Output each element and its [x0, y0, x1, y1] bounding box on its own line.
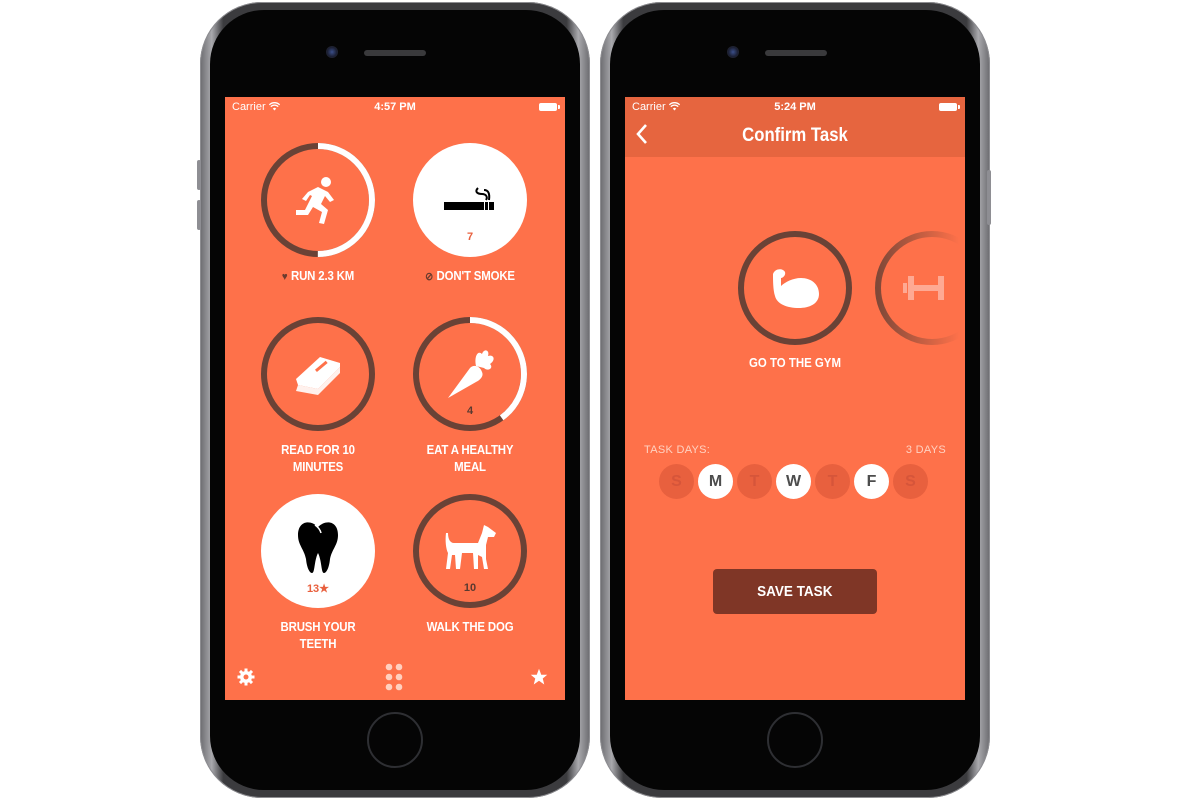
task-label: WALK THE DOG: [426, 619, 514, 634]
star-icon[interactable]: [530, 668, 548, 691]
front-camera: [727, 46, 739, 58]
running-person-icon: [253, 141, 383, 259]
task-label: GO TO THE GYM: [749, 355, 841, 370]
day-letter: T: [827, 472, 838, 490]
task-days-count: 3 DAYS: [905, 444, 946, 456]
earpiece-speaker: [364, 50, 426, 56]
day-letter: T: [749, 472, 760, 490]
day-letter: W: [785, 472, 802, 490]
dumbbell-icon: [903, 273, 963, 308]
volume-button: [197, 160, 201, 190]
task-card-gym[interactable]: [736, 229, 854, 347]
day-toggle-friday[interactable]: F: [854, 464, 889, 499]
save-task-label: SAVE TASK: [757, 583, 833, 600]
day-picker: S M T W T F S: [659, 464, 928, 499]
clock: 4:57 PM: [374, 101, 416, 113]
clock: 5:24 PM: [774, 101, 816, 113]
day-toggle-tuesday[interactable]: T: [737, 464, 772, 499]
heart-icon: ♥: [281, 271, 288, 283]
navigation-bar: Confirm Task: [625, 117, 965, 157]
task-days-label: TASK DAYS:: [644, 444, 711, 456]
power-button: [987, 170, 991, 225]
grid-dots-icon[interactable]: [385, 663, 403, 696]
right-screen: Carrier 5:24 PM Confirm Task GO TO THE G…: [625, 97, 965, 700]
battery-icon: [539, 103, 560, 111]
settings-gear-icon[interactable]: [237, 668, 255, 691]
day-toggle-thursday[interactable]: T: [815, 464, 850, 499]
earpiece-speaker: [765, 50, 827, 56]
day-letter: S: [905, 472, 916, 490]
task-label-text: RUN 2.3 KM: [291, 268, 355, 283]
task-label: READ FOR 10 MINUTES: [281, 442, 355, 474]
battery-icon: [939, 103, 960, 111]
book-icon: [253, 315, 383, 433]
day-toggle-wednesday[interactable]: W: [776, 464, 811, 499]
day-toggle-sunday[interactable]: S: [659, 464, 694, 499]
day-toggle-saturday[interactable]: S: [893, 464, 928, 499]
day-toggle-monday[interactable]: M: [698, 464, 733, 499]
task-count: 4: [466, 405, 474, 417]
task-card-next[interactable]: [873, 229, 965, 347]
front-camera: [326, 46, 338, 58]
save-task-button[interactable]: SAVE TASK: [713, 569, 877, 614]
day-letter: S: [671, 472, 682, 490]
task-count: 13★: [306, 583, 330, 595]
day-letter: M: [708, 472, 723, 490]
task-label: BRUSH YOUR TEETH: [280, 619, 356, 651]
task-count: 7: [466, 231, 474, 243]
home-button[interactable]: [767, 712, 823, 768]
left-screen: Carrier 4:57 PM ♥ RUN 2.3 KM 7 ⊘ DON'T SMO…: [225, 97, 565, 700]
task-count: 10: [463, 582, 477, 594]
prohibited-icon: ⊘: [425, 271, 434, 283]
tab-bar: [225, 656, 565, 700]
status-bar: Carrier 5:24 PM: [625, 97, 965, 117]
flexed-arm-icon: [736, 229, 854, 347]
page-title: Confirm Task: [742, 125, 848, 146]
day-letter: F: [866, 472, 877, 490]
home-button[interactable]: [367, 712, 423, 768]
task-label-text: DON'T SMOKE: [436, 268, 516, 283]
task-label: EAT A HEALTHY MEAL: [426, 442, 514, 474]
volume-button: [197, 200, 201, 230]
task-label: ♥ RUN 2.3 KM: [261, 267, 375, 286]
status-bar: Carrier 4:57 PM: [225, 97, 565, 117]
task-label: ⊘ DON'T SMOKE: [413, 267, 527, 286]
